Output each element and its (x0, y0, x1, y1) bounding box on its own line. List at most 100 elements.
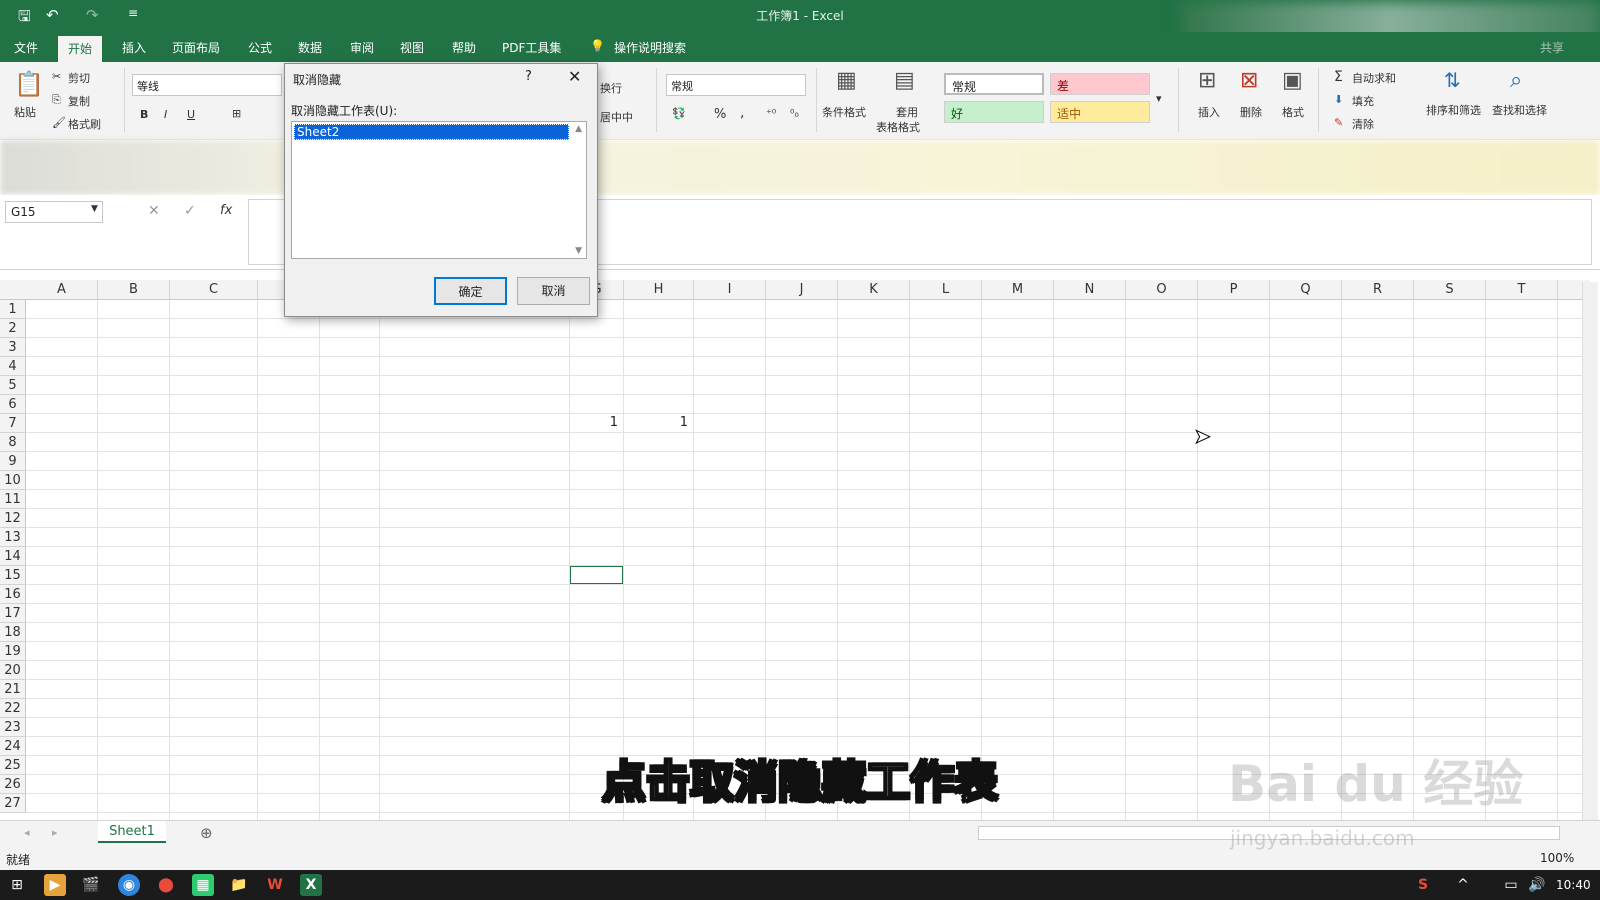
column-header[interactable]: T (1486, 280, 1558, 300)
conditional-format-button[interactable]: 条件格式 (822, 104, 866, 120)
number-format-select[interactable]: 常规 (666, 74, 806, 96)
column-header[interactable]: M (982, 280, 1054, 300)
underline-button[interactable]: U (187, 108, 195, 121)
row-header[interactable]: 10 (0, 471, 26, 490)
tab-data[interactable]: 数据 (298, 39, 322, 56)
column-header[interactable]: H (624, 280, 694, 300)
close-icon[interactable]: ✕ (568, 67, 581, 86)
zoom-level[interactable]: 100% (1540, 851, 1574, 865)
column-header[interactable]: I (694, 280, 766, 300)
column-header[interactable]: R (1342, 280, 1414, 300)
worksheet-grid[interactable]: ABCDEFGHIJKLMNOPQRSTU 123456789101112131… (0, 280, 1590, 820)
excel-icon[interactable]: X (300, 874, 322, 896)
sheet-tab[interactable]: Sheet1 (98, 821, 166, 843)
wps-icon[interactable]: W (264, 874, 286, 896)
table-format-icon[interactable]: ▤ (894, 68, 915, 93)
windows-start-icon[interactable]: ⊞ (6, 874, 28, 896)
style-normal[interactable]: 常规 (944, 73, 1044, 95)
insert-function-icon[interactable]: fx (220, 203, 232, 218)
increase-decimal-icon[interactable]: ⁺⁰ (766, 107, 776, 120)
italic-button[interactable]: I (164, 108, 167, 121)
cancel-entry-icon[interactable]: ✕ (148, 203, 160, 219)
wrap-text-button[interactable]: 换行 (600, 80, 622, 96)
insert-button[interactable]: 插入 (1198, 104, 1220, 120)
column-header[interactable]: P (1198, 280, 1270, 300)
fill-button[interactable]: 填充 (1352, 93, 1374, 109)
insert-cells-icon[interactable]: ⊞ (1198, 68, 1216, 93)
paste-button[interactable]: 粘贴 (14, 104, 36, 120)
delete-button[interactable]: 删除 (1240, 104, 1262, 120)
cut-button[interactable]: 剪切 (68, 70, 90, 86)
tab-page-layout[interactable]: 页面布局 (172, 39, 220, 56)
network-icon[interactable]: ▭ (1500, 874, 1522, 896)
tab-view[interactable]: 视图 (400, 39, 424, 56)
share-button[interactable]: 共享 (1540, 39, 1564, 56)
row-header[interactable]: 8 (0, 433, 26, 452)
column-header[interactable]: Q (1270, 280, 1342, 300)
app-icon[interactable]: ▦ (192, 874, 214, 896)
table-format-label-2[interactable]: 表格格式 (876, 119, 920, 135)
record-icon[interactable]: ⬤ (155, 874, 177, 896)
column-header[interactable]: A (26, 280, 98, 300)
cancel-button[interactable]: 取消 (517, 277, 590, 305)
clear-button[interactable]: 清除 (1352, 116, 1374, 132)
find-select-button[interactable]: 查找和选择 (1492, 102, 1547, 118)
row-header[interactable]: 9 (0, 452, 26, 471)
add-sheet-icon[interactable]: ⊕ (200, 824, 213, 842)
row-header[interactable]: 20 (0, 661, 26, 680)
ok-button[interactable]: 确定 (434, 277, 507, 305)
column-header[interactable]: K (838, 280, 910, 300)
format-button[interactable]: 格式 (1282, 104, 1304, 120)
row-header[interactable]: 18 (0, 623, 26, 642)
column-header[interactable]: B (98, 280, 170, 300)
tray-expand-icon[interactable]: ^ (1452, 874, 1474, 896)
bold-button[interactable]: B (140, 108, 148, 121)
scroll-up-icon[interactable]: ▲ (575, 124, 582, 134)
decrease-decimal-icon[interactable]: ⁰₀ (790, 107, 799, 120)
ime-icon[interactable]: S (1412, 874, 1434, 896)
tab-home[interactable]: 开始 (58, 36, 103, 62)
tab-help[interactable]: 帮助 (452, 39, 476, 56)
column-header[interactable]: N (1054, 280, 1126, 300)
cell-value[interactable]: 1 (570, 415, 618, 430)
conditional-format-icon[interactable]: ▦ (836, 68, 857, 93)
style-neutral[interactable]: 适中 (1050, 101, 1150, 123)
sort-filter-icon[interactable]: ⇅ (1444, 68, 1461, 92)
row-header[interactable]: 6 (0, 395, 26, 414)
scroll-down-icon[interactable]: ▼ (575, 246, 582, 256)
vertical-scrollbar[interactable] (1582, 282, 1598, 822)
row-header[interactable]: 7 (0, 414, 26, 433)
prev-sheet-icon[interactable]: ◂ (24, 826, 30, 839)
row-header[interactable]: 2 (0, 319, 26, 338)
row-header[interactable]: 12 (0, 509, 26, 528)
row-header[interactable]: 5 (0, 376, 26, 395)
cell-value[interactable]: 1 (624, 415, 688, 430)
row-header[interactable]: 22 (0, 699, 26, 718)
volume-icon[interactable]: 🔊 (1526, 874, 1548, 896)
video-app-icon[interactable]: 🎬 (80, 874, 102, 896)
sheet-listbox[interactable]: Sheet2 ▲ ▼ (291, 121, 587, 259)
tell-me-search[interactable]: 操作说明搜索 (614, 39, 686, 56)
row-header[interactable]: 17 (0, 604, 26, 623)
comma-button[interactable]: , (740, 105, 744, 121)
row-header[interactable]: 19 (0, 642, 26, 661)
active-cell[interactable] (569, 565, 624, 585)
column-header[interactable]: S (1414, 280, 1486, 300)
copy-button[interactable]: 复制 (68, 93, 90, 109)
percent-button[interactable]: % (714, 107, 726, 122)
style-good[interactable]: 好 (944, 101, 1044, 123)
row-header[interactable]: 21 (0, 680, 26, 699)
row-header[interactable]: 3 (0, 338, 26, 357)
next-sheet-icon[interactable]: ▸ (52, 826, 58, 839)
confirm-entry-icon[interactable]: ✓ (184, 203, 196, 219)
row-header[interactable]: 23 (0, 718, 26, 737)
row-header[interactable]: 13 (0, 528, 26, 547)
autosum-button[interactable]: 自动求和 (1352, 70, 1396, 86)
find-icon[interactable]: ⌕ (1510, 68, 1522, 93)
tab-formulas[interactable]: 公式 (248, 39, 272, 56)
column-header[interactable]: C (170, 280, 258, 300)
column-header[interactable]: L (910, 280, 982, 300)
browser-icon[interactable]: ◉ (118, 874, 140, 896)
delete-cells-icon[interactable]: ⊠ (1240, 68, 1258, 93)
border-icon[interactable]: ⊞ (232, 107, 241, 120)
